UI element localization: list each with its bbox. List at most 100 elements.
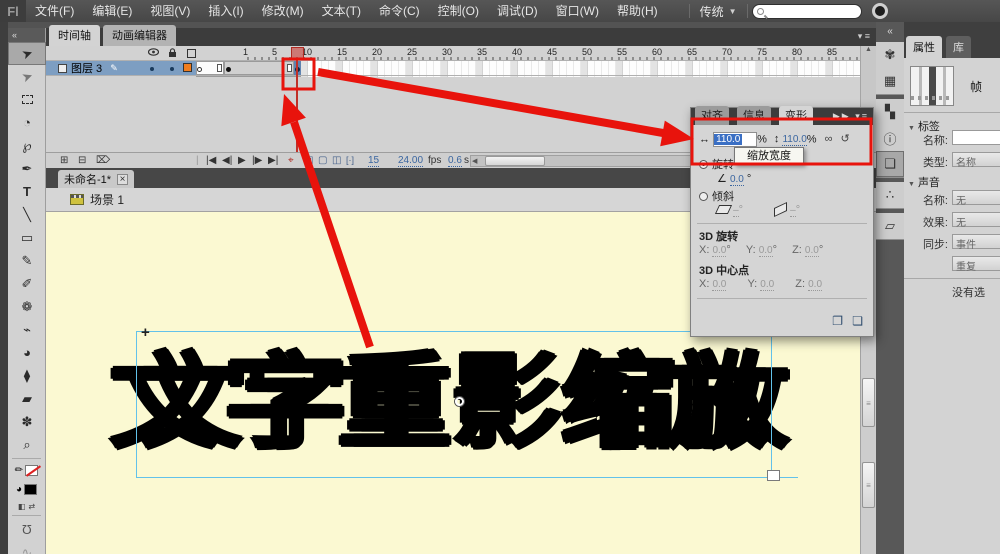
swatches-icon[interactable]: ▦ bbox=[876, 68, 904, 94]
workspace-switcher[interactable]: 传统 ▼ bbox=[694, 3, 743, 20]
delete-layer-icon[interactable]: ⌦ bbox=[96, 155, 110, 166]
modify-markers-icon[interactable]: [·] bbox=[346, 155, 354, 165]
lock-icon[interactable] bbox=[168, 48, 177, 60]
label-type-dropdown[interactable]: 名称 bbox=[952, 152, 1000, 169]
document-tab[interactable]: 未命名-1* × bbox=[58, 170, 135, 188]
playhead-line[interactable] bbox=[296, 60, 298, 152]
center3d-z[interactable]: 0.0 bbox=[808, 279, 823, 291]
tool-pencil[interactable]: ✎ bbox=[8, 249, 46, 272]
tool-free-transform[interactable] bbox=[8, 88, 46, 111]
tool-3d-rotation[interactable]: ◔ bbox=[8, 111, 46, 134]
menu-control[interactable]: 控制(O) bbox=[429, 0, 488, 22]
rotate3d-y[interactable]: 0.0 bbox=[758, 245, 773, 257]
stroke-color-chip[interactable] bbox=[25, 465, 39, 476]
tool-eyedropper[interactable]: ⧫ bbox=[8, 364, 46, 387]
label-name-input[interactable] bbox=[952, 130, 1000, 145]
edit-multiple-frames-icon[interactable]: ◫ bbox=[332, 155, 341, 166]
scroll-left-arrow-icon[interactable]: ◀ bbox=[472, 157, 477, 165]
duplicate-transform-icon[interactable]: ❐ bbox=[832, 314, 843, 328]
rotate3d-x[interactable]: 0.0 bbox=[712, 245, 727, 257]
library-icon[interactable]: ▱ bbox=[876, 213, 904, 239]
goto-last-frame-button[interactable]: ▶| bbox=[268, 155, 278, 166]
sound-sync-dropdown[interactable]: 事件 bbox=[952, 234, 1000, 251]
menu-commands[interactable]: 命令(C) bbox=[370, 0, 429, 22]
menu-help[interactable]: 帮助(H) bbox=[608, 0, 667, 22]
new-folder-icon[interactable]: ⊟ bbox=[78, 155, 86, 166]
gutter-grabber-top[interactable]: ≡ bbox=[862, 378, 875, 427]
search-input[interactable] bbox=[766, 5, 853, 17]
tool-subselection[interactable]: ➤ bbox=[8, 65, 46, 88]
tool-rectangle[interactable]: ▭ bbox=[8, 226, 46, 249]
onion-outline-icon[interactable]: ▢ bbox=[318, 155, 327, 166]
tool-bone[interactable]: ⌁ bbox=[8, 318, 46, 341]
center-frame-icon[interactable]: ⌖ bbox=[288, 155, 294, 166]
layer-row[interactable]: 图层 3 ✎ bbox=[46, 61, 876, 76]
tools-collapse-button[interactable]: « bbox=[8, 28, 45, 42]
rotate-radio[interactable] bbox=[699, 160, 708, 169]
option-snap-magnet[interactable]: Ω bbox=[8, 518, 46, 541]
tab-timeline[interactable]: 时间轴 bbox=[49, 25, 100, 46]
scene-label[interactable]: 场景 1 bbox=[90, 191, 124, 208]
default-colors-icon[interactable]: ◧ bbox=[18, 502, 26, 511]
layer-lock-dot[interactable] bbox=[170, 67, 174, 71]
sound-name-dropdown[interactable]: 无 bbox=[952, 190, 1000, 207]
tab-library[interactable]: 库 bbox=[946, 36, 971, 58]
tab-transform[interactable]: 变形 bbox=[779, 106, 813, 125]
skew-row[interactable]: 倾斜 bbox=[699, 188, 734, 204]
stroke-color-control[interactable]: ✏ bbox=[8, 461, 45, 480]
align-icon[interactable]: ▚ bbox=[876, 99, 904, 125]
sound-effect-dropdown[interactable]: 无 bbox=[952, 212, 1000, 229]
goto-first-frame-button[interactable]: |◀ bbox=[206, 155, 216, 166]
swap-colors-icon[interactable]: ⇄ bbox=[28, 502, 35, 511]
onion-skin-icon[interactable]: ▣ bbox=[304, 155, 313, 166]
close-icon[interactable]: × bbox=[117, 173, 129, 185]
tool-hand[interactable]: ✽ bbox=[8, 410, 46, 433]
tool-pen[interactable]: ✒ bbox=[8, 157, 46, 180]
playhead-marker[interactable] bbox=[291, 47, 304, 60]
tool-paint-bucket[interactable]: ◕ bbox=[8, 341, 46, 364]
option-smooth[interactable]: ∿ bbox=[8, 541, 46, 554]
motion-presets-icon[interactable]: ∴ bbox=[876, 182, 904, 208]
layer-name-cell[interactable]: 图层 3 ✎ bbox=[46, 61, 196, 76]
skew-radio[interactable] bbox=[699, 192, 708, 201]
tab-info[interactable]: 信息 bbox=[737, 106, 771, 125]
step-back-button[interactable]: ◀| bbox=[222, 155, 232, 166]
panel-collapse-icon[interactable]: ▶▶ bbox=[833, 111, 851, 121]
color-icon[interactable]: ✾ bbox=[876, 42, 904, 68]
remove-transform-icon[interactable]: ❏ bbox=[852, 314, 863, 328]
frame-rate-value[interactable]: 24.00 bbox=[398, 155, 424, 167]
menu-file[interactable]: 文件(F) bbox=[26, 0, 83, 22]
tool-deco[interactable]: ❁ bbox=[8, 295, 46, 318]
timeline-panel-menu-icon[interactable]: ▾ ≡ bbox=[858, 31, 870, 42]
sound-repeat-dropdown[interactable]: 重复 bbox=[952, 256, 1000, 273]
fill-color-chip[interactable] bbox=[24, 484, 38, 495]
reset-icon[interactable]: ↺ bbox=[841, 133, 850, 145]
tool-zoom[interactable]: ⌕ bbox=[8, 433, 46, 456]
current-frame-value[interactable]: 15 bbox=[368, 155, 380, 167]
tool-brush[interactable]: ✐ bbox=[8, 272, 46, 295]
play-button[interactable]: ▶ bbox=[238, 155, 246, 166]
search-box[interactable] bbox=[751, 3, 862, 19]
tool-line[interactable]: ╲ bbox=[8, 203, 46, 226]
menu-debug[interactable]: 调试(D) bbox=[488, 0, 547, 22]
layer-visible-dot[interactable] bbox=[150, 67, 154, 71]
outline-square-icon[interactable] bbox=[187, 49, 196, 60]
eye-icon[interactable] bbox=[147, 48, 160, 58]
transform-icon[interactable]: ❏ bbox=[876, 151, 904, 177]
section-sound-header[interactable]: ▼ 声音 bbox=[908, 174, 940, 190]
frame-span[interactable] bbox=[224, 61, 294, 75]
tab-properties[interactable]: 属性 bbox=[906, 36, 942, 58]
panel-menu-icon[interactable]: ▾≡ bbox=[855, 111, 869, 121]
transform-center-point[interactable] bbox=[455, 397, 464, 406]
scale-height-value[interactable]: 110.0 bbox=[782, 134, 807, 147]
tool-lasso[interactable]: ℘ bbox=[8, 134, 46, 157]
cs-live-icon[interactable] bbox=[871, 3, 888, 19]
center3d-y[interactable]: 0.0 bbox=[760, 279, 775, 291]
rotate-row[interactable]: 旋转 bbox=[699, 156, 734, 172]
scale-width-input[interactable]: 110.0 bbox=[713, 132, 758, 147]
tool-selection[interactable]: ➤ bbox=[8, 42, 46, 65]
elapsed-time-value[interactable]: 0.6 bbox=[448, 155, 462, 167]
rotate-angle-value[interactable]: 0.0 bbox=[729, 174, 744, 186]
info-icon[interactable]: ⓘ bbox=[876, 125, 904, 151]
center3d-x[interactable]: 0.0 bbox=[712, 279, 727, 291]
